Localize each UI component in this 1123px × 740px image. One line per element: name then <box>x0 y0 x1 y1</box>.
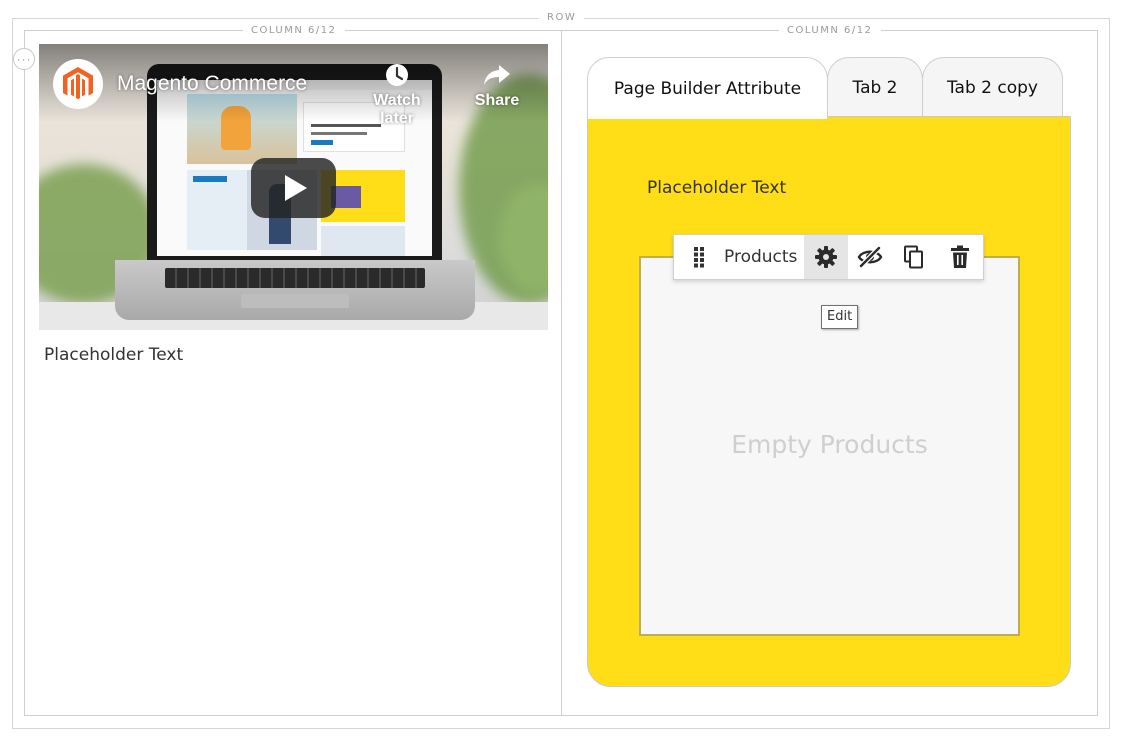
edit-tooltip: Edit <box>821 305 859 329</box>
more-options-icon[interactable]: ··· <box>13 48 35 70</box>
tab-2[interactable]: Tab 2 <box>827 57 923 117</box>
drag-handle-icon[interactable] <box>682 235 716 279</box>
watch-later-button[interactable]: Watch later <box>361 62 433 128</box>
play-icon <box>285 175 307 201</box>
clock-icon <box>361 62 433 92</box>
edit-button[interactable] <box>804 235 848 279</box>
share-arrow-icon <box>461 62 533 92</box>
products-toolbar: Products <box>673 234 984 280</box>
video-player[interactable]: Magento Commerce Watch later Share <box>39 44 548 330</box>
share-button[interactable]: Share <box>461 62 533 110</box>
toolbar-label: Products <box>724 247 798 267</box>
tab-page-builder-attribute[interactable]: Page Builder Attribute <box>587 57 828 119</box>
copy-icon <box>904 245 923 269</box>
left-placeholder-text[interactable]: Placeholder Text <box>44 345 183 365</box>
share-label: Share <box>474 92 520 109</box>
remove-button[interactable] <box>938 235 982 279</box>
hide-button[interactable] <box>848 235 892 279</box>
magento-logo-icon[interactable] <box>53 59 103 109</box>
laptop-keyboard <box>115 260 475 320</box>
tab-2-copy[interactable]: Tab 2 copy <box>922 57 1063 117</box>
magento-logo-icon <box>63 67 93 100</box>
tabs-header: Page Builder Attribute Tab 2 Tab 2 copy <box>587 57 1071 119</box>
empty-products-text: Empty Products <box>731 430 928 459</box>
panel-placeholder-text[interactable]: Placeholder Text <box>647 178 786 198</box>
column-left-label: COLUMN 6/12 <box>243 25 345 36</box>
watch-later-label: Watch later <box>373 92 421 127</box>
video-title[interactable]: Magento Commerce <box>117 72 307 96</box>
eye-slash-icon <box>857 246 883 268</box>
play-button[interactable] <box>251 158 336 218</box>
column-right-label: COLUMN 6/12 <box>779 25 881 36</box>
duplicate-button[interactable] <box>892 235 936 279</box>
trash-icon <box>951 245 969 268</box>
gear-icon <box>815 246 837 268</box>
row-label: ROW <box>539 12 585 23</box>
